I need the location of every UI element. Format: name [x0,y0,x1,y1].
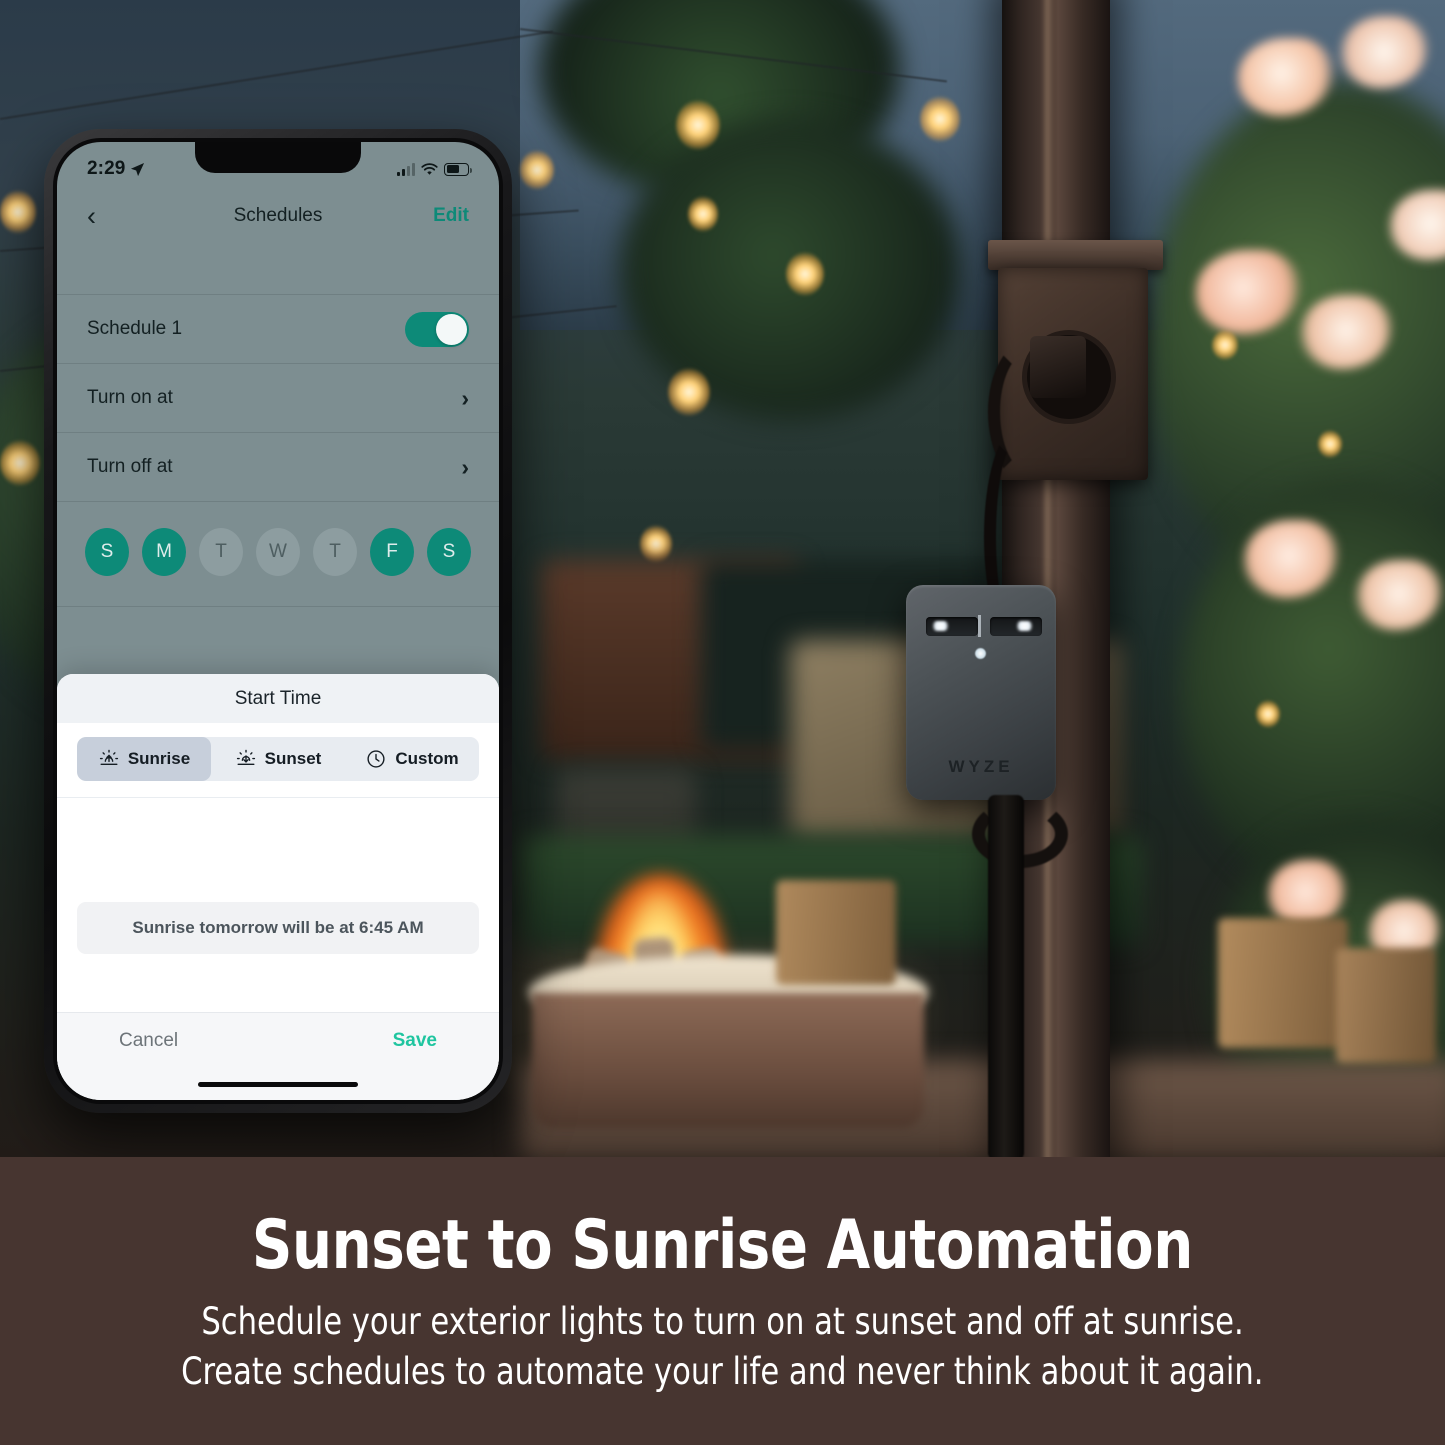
wyze-brand-logo: WYZE [948,757,1014,776]
segment-custom-label: Custom [395,749,459,768]
turn-on-at-row[interactable]: Turn on at › [57,363,499,432]
backyard-photo-scene: WYZE 2:29 ‹ Schedules Edit Schedule 1 Tu… [0,0,1445,1158]
wyze-power-cord [988,795,1024,1158]
phone-screen: 2:29 ‹ Schedules Edit Schedule 1 Turn on… [57,142,499,1100]
phone-notch [195,142,361,173]
wyze-slot-glow-left [932,621,949,631]
schedule-name: Schedule 1 [87,318,183,339]
day-toggle-sunday[interactable]: S [85,528,129,576]
home-indicator-area [57,1068,499,1100]
cancel-button[interactable]: Cancel [119,1030,178,1052]
turn-on-at-label: Turn on at [87,387,173,408]
string-bulb [640,525,672,563]
time-mode-segmented-control: Sunrise Sunset Custom [77,737,479,781]
status-time: 2:29 [87,158,126,179]
caption-line-2: Create schedules to automate your life a… [181,1349,1264,1393]
day-toggle-friday[interactable]: F [370,528,414,576]
caption-title: Sunset to Sunrise Automation [252,1206,1193,1286]
segmented-control-wrap: Sunrise Sunset Custom [57,723,499,798]
turn-off-at-row[interactable]: Turn off at › [57,432,499,501]
string-bulb [676,100,720,150]
string-bulb [1212,330,1238,360]
string-bulb [1256,700,1280,728]
day-toggle-monday[interactable]: M [142,528,186,576]
product-marketing-image: WYZE 2:29 ‹ Schedules Edit Schedule 1 Tu… [0,0,1445,1445]
save-button[interactable]: Save [393,1030,437,1052]
string-bulb [668,368,710,416]
start-time-sheet: Start Time Sunrise Sunset Custom Sunrise… [57,674,499,1100]
schedule-toggle-row[interactable]: Schedule 1 [57,294,499,363]
segment-sunset-label: Sunset [264,749,322,768]
back-chevron-icon[interactable]: ‹ [87,202,96,230]
status-indicators [397,162,472,176]
schedule-enable-toggle[interactable] [405,311,469,347]
sunset-icon [236,749,255,766]
location-arrow-icon [131,162,145,176]
caption-line-1: Schedule your exterior lights to turn on… [201,1300,1244,1344]
day-selector: S M T W T F S [57,501,499,606]
segment-sunrise[interactable]: Sunrise [77,737,211,781]
sheet-title: Start Time [234,687,322,709]
light-wire-1 [0,30,554,120]
string-bulb [520,150,554,190]
caption-banner: Sunset to Sunrise Automation Schedule yo… [0,1157,1445,1445]
wyze-slot-divider [978,615,981,637]
string-bulb [786,252,824,296]
segment-sunset[interactable]: Sunset [211,737,345,781]
status-time-group: 2:29 [87,158,145,180]
iphone-mockup: 2:29 ‹ Schedules Edit Schedule 1 Turn on… [44,129,512,1113]
string-bulb [0,190,36,234]
wyze-status-led [975,648,986,659]
turn-off-at-label: Turn off at [87,456,173,477]
day-toggle-tuesday[interactable]: T [199,528,243,576]
wood-stump-stool [776,880,896,985]
wood-stump-stool [1218,918,1348,1048]
navigation-bar: ‹ Schedules Edit [57,188,499,244]
day-toggle-saturday[interactable]: S [427,528,471,576]
wood-stump-stool [1336,948,1436,1063]
string-bulb [688,196,718,232]
segment-custom[interactable]: Custom [345,737,479,781]
outlet-weather-cover [988,240,1163,270]
segment-sunrise-label: Sunrise [127,749,191,768]
day-toggle-wednesday[interactable]: W [256,528,300,576]
string-bulb [920,96,960,142]
string-bulb [0,440,40,486]
chevron-right-icon: › [461,453,469,480]
sheet-lower-pad [57,954,499,1012]
string-bulb [1318,430,1342,458]
sheet-actions: Cancel Save [57,1012,499,1068]
sheet-empty-area [57,798,499,902]
wifi-icon [421,162,438,175]
edit-button[interactable]: Edit [433,205,469,227]
phone-bezel: 2:29 ‹ Schedules Edit Schedule 1 Turn on… [53,138,503,1104]
sunrise-icon [99,749,118,766]
sunrise-info-banner: Sunrise tomorrow will be at 6:45 AM [77,902,479,954]
home-indicator[interactable] [198,1081,358,1087]
sunrise-info-text: Sunrise tomorrow will be at 6:45 AM [132,918,424,937]
clock-icon [367,750,385,768]
battery-icon [444,162,472,176]
cellular-bars-icon [397,162,415,176]
firepit-stone-wall [532,993,924,1128]
sheet-header: Start Time [57,674,499,723]
day-toggle-thursday[interactable]: T [313,528,357,576]
wyze-slot-glow-right [1016,621,1033,631]
list-bottom-divider [57,606,499,625]
chevron-right-icon: › [461,384,469,411]
